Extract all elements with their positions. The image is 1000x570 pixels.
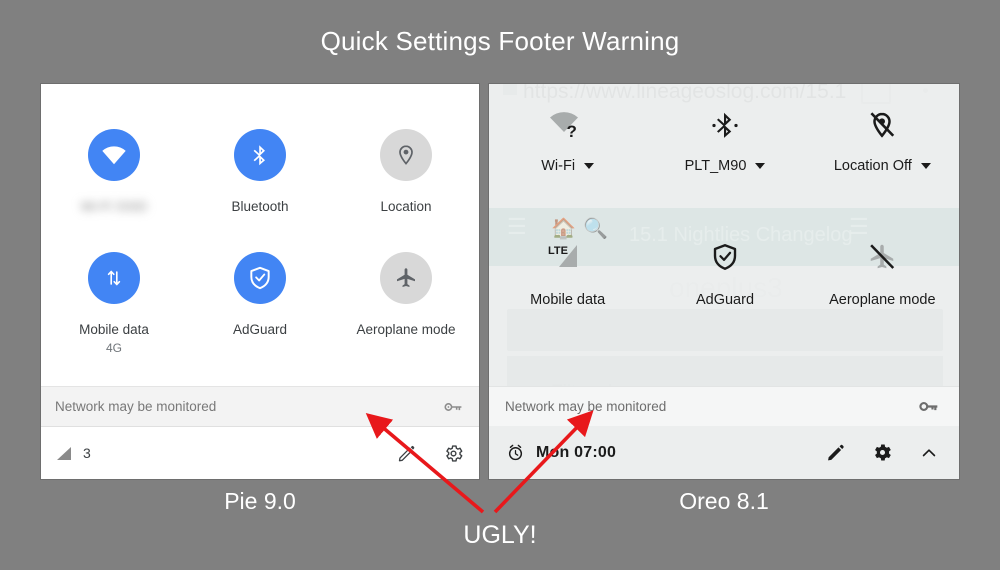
location-off-icon bbox=[867, 102, 897, 148]
tile-wifi[interactable]: ? Wi-Fi bbox=[489, 102, 646, 174]
shield-check-icon bbox=[247, 265, 273, 291]
wifi-question-icon: ? bbox=[547, 102, 589, 148]
lte-signal-icon: LTE bbox=[546, 234, 590, 280]
tile-bluetooth-label-row: PLT_M90 bbox=[685, 158, 766, 174]
gear-icon[interactable] bbox=[872, 442, 893, 463]
tile-adguard-circle[interactable] bbox=[234, 252, 286, 305]
tile-grid-pie: Wi-Fi SSID Bluetooth Location Mobile dat… bbox=[41, 84, 479, 355]
tile-aeroplane-mode[interactable]: Aeroplane mode bbox=[333, 252, 479, 355]
tile-bluetooth-circle[interactable] bbox=[234, 129, 286, 181]
alarm-label: Mon 07:00 bbox=[536, 443, 617, 461]
tile-row: ? Wi-Fi PLT_M90 Location Off bbox=[489, 102, 959, 174]
tile-mobile-data-label: Mobile data bbox=[530, 292, 606, 308]
page-title: Quick Settings Footer Warning bbox=[320, 26, 680, 56]
tile-aeroplane-circle[interactable] bbox=[380, 252, 432, 305]
tile-wifi[interactable]: Wi-Fi SSID bbox=[41, 129, 187, 216]
key-icon bbox=[919, 399, 939, 414]
tile-wifi-circle[interactable] bbox=[88, 129, 140, 181]
caption-oreo: Oreo 8.1 bbox=[679, 488, 769, 514]
tile-mobile-data-circle[interactable] bbox=[88, 252, 140, 305]
signal-bars-icon bbox=[55, 446, 72, 461]
bottom-bar-oreo: Mon 07:00 bbox=[489, 426, 959, 479]
tile-adguard-label: AdGuard bbox=[695, 292, 755, 308]
location-pin-icon bbox=[394, 143, 418, 167]
tile-location-circle[interactable] bbox=[380, 129, 432, 181]
airplane-icon bbox=[394, 266, 418, 290]
bottom-bar-right bbox=[396, 443, 464, 464]
footer-warning-oreo[interactable]: Network may be monitored bbox=[489, 386, 959, 426]
tile-bluetooth-label: PLT_M90 bbox=[684, 158, 747, 174]
tile-aeroplane-label: Aeroplane mode bbox=[356, 322, 456, 338]
tile-aeroplane-mode[interactable]: Aeroplane mode bbox=[804, 234, 959, 308]
chevron-down-icon[interactable] bbox=[920, 163, 931, 169]
tile-mobile-data[interactable]: LTE Mobile data bbox=[489, 234, 646, 308]
tile-row: Wi-Fi SSID Bluetooth Location bbox=[41, 129, 479, 216]
footer-warning-text: Network may be monitored bbox=[55, 399, 217, 414]
wifi-icon bbox=[101, 145, 127, 165]
tile-location-label: Location bbox=[380, 199, 432, 214]
mobile-data-icon bbox=[102, 266, 126, 290]
caption-pie: Pie 9.0 bbox=[224, 488, 296, 514]
tile-grid-oreo: ? Wi-Fi PLT_M90 Location Off LTE Mobile … bbox=[489, 84, 959, 308]
quick-settings-panel-oreo: https://www.lineageoslog.com/15.1 ☰ 🏠 🔍 … bbox=[488, 83, 960, 480]
key-icon bbox=[444, 400, 463, 414]
tile-mobile-data-sub: 4G bbox=[105, 341, 122, 356]
bottom-bar-pie: 3 bbox=[41, 427, 479, 479]
tile-wifi-label: Wi-Fi bbox=[541, 158, 576, 174]
tile-bluetooth-label: Bluetooth bbox=[231, 199, 289, 214]
bluetooth-icon bbox=[248, 143, 272, 167]
tile-adguard[interactable]: AdGuard bbox=[646, 234, 803, 308]
sim-count-label: 3 bbox=[83, 445, 91, 461]
tile-mobile-data[interactable]: Mobile data 4G bbox=[41, 252, 187, 355]
bottom-bar-right bbox=[825, 442, 939, 463]
footer-warning-pie[interactable]: Network may be monitored bbox=[41, 386, 479, 427]
alarm-clock-icon bbox=[506, 443, 525, 462]
gear-icon[interactable] bbox=[443, 443, 464, 464]
bottom-bar-left: 3 bbox=[55, 445, 396, 461]
tile-bluetooth[interactable]: Bluetooth bbox=[187, 129, 333, 216]
tile-wifi-label: Wi-Fi SSID bbox=[80, 199, 148, 214]
tile-bluetooth[interactable]: PLT_M90 bbox=[646, 102, 803, 174]
tile-location-label: Location Off bbox=[833, 158, 912, 174]
tile-mobile-data-label: Mobile data bbox=[79, 322, 149, 338]
screenshot-root: Quick Settings Footer Warning Wi-Fi SSID bbox=[0, 0, 1000, 570]
tile-location[interactable]: Location Off bbox=[804, 102, 959, 174]
tile-adguard[interactable]: AdGuard bbox=[187, 252, 333, 355]
chevron-down-icon[interactable] bbox=[755, 163, 766, 169]
annotation-label: UGLY! bbox=[463, 521, 537, 549]
tile-aeroplane-label: Aeroplane mode bbox=[829, 292, 936, 308]
tile-location-label-row: Location Off bbox=[834, 158, 931, 174]
chevron-down-icon[interactable] bbox=[584, 163, 595, 169]
tile-row: Mobile data 4G AdGuard Aeroplane mode bbox=[41, 252, 479, 355]
tile-wifi-label-row: Wi-Fi bbox=[541, 158, 595, 174]
pencil-icon[interactable] bbox=[825, 442, 846, 463]
svg-text:LTE: LTE bbox=[548, 245, 568, 257]
quick-settings-panel-pie: Wi-Fi SSID Bluetooth Location Mobile dat… bbox=[40, 83, 480, 480]
footer-warning-text: Network may be monitored bbox=[505, 399, 667, 414]
pencil-icon[interactable] bbox=[396, 443, 417, 464]
watermark-filter-bar bbox=[507, 309, 943, 351]
bottom-bar-left[interactable]: Mon 07:00 bbox=[506, 443, 825, 462]
tile-row: LTE Mobile data AdGuard Aeroplane mode bbox=[489, 234, 959, 308]
tile-location[interactable]: Location bbox=[333, 129, 479, 216]
airplane-off-icon bbox=[867, 234, 897, 280]
tile-adguard-label: AdGuard bbox=[232, 322, 288, 338]
svg-text:?: ? bbox=[566, 122, 576, 140]
shield-check-icon bbox=[710, 234, 740, 280]
chevron-up-icon[interactable] bbox=[919, 443, 939, 463]
bluetooth-icon bbox=[710, 102, 740, 148]
